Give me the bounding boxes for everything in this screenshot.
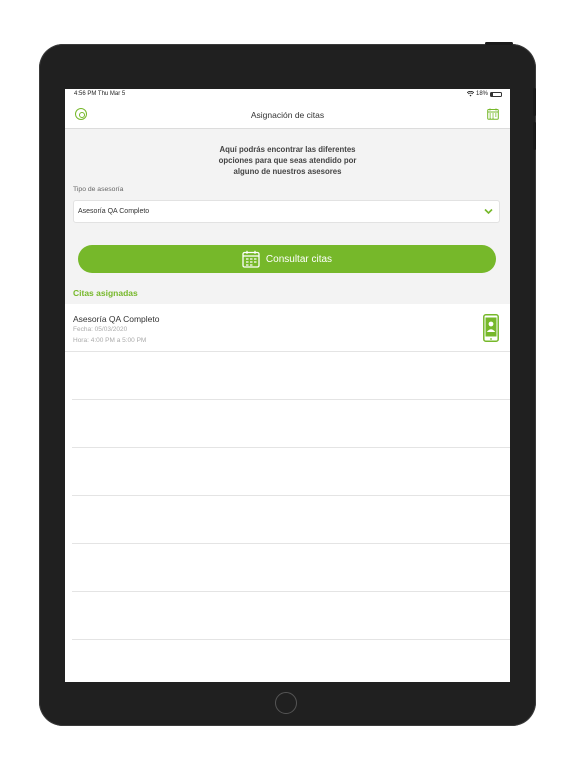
volume-up-button xyxy=(533,88,536,116)
empty-row xyxy=(72,544,510,592)
intro-line: alguno de nuestros asesores xyxy=(233,167,342,176)
empty-row xyxy=(72,400,510,448)
volume-down-button xyxy=(533,122,536,150)
power-button xyxy=(485,42,513,45)
status-bar: 4:56 PM Thu Mar 5 18% xyxy=(65,89,510,101)
nav-bar: Asignación de citas xyxy=(65,101,510,129)
consultar-citas-button[interactable]: Consultar citas xyxy=(78,245,496,273)
tipo-value: Asesoría QA Completo xyxy=(78,208,150,215)
cita-fecha: Fecha: 05/03/2020 xyxy=(73,326,128,333)
cita-hora: Hora: 4:00 PM a 5:00 PM xyxy=(73,337,147,344)
form-panel: Aquí podrás encontrar las diferentes opc… xyxy=(65,129,510,304)
cita-name: Asesoría QA Completo xyxy=(73,314,160,324)
empty-row xyxy=(72,352,510,400)
empty-row xyxy=(72,592,510,640)
intro-line: opciones para que seas atendido por xyxy=(218,156,357,165)
battery-percent: 18% xyxy=(475,91,488,97)
status-right: 18% xyxy=(466,91,502,97)
battery-icon xyxy=(490,91,502,97)
page-title: Asignación de citas xyxy=(250,110,325,120)
empty-row xyxy=(72,640,510,682)
empty-row xyxy=(72,448,510,496)
status-time: 4:56 PM Thu Mar 5 xyxy=(74,91,126,97)
tipo-label: Tipo de asesoría xyxy=(73,186,124,193)
smartphone-user-icon[interactable] xyxy=(483,314,499,342)
tipo-select[interactable]: Asesoría QA Completo xyxy=(73,200,500,223)
citas-list: Asesoría QA Completo Fecha: 05/03/2020 H… xyxy=(65,304,510,682)
empty-row xyxy=(72,496,510,544)
app-screen: 4:56 PM Thu Mar 5 18% Asignación de cita… xyxy=(65,89,510,682)
list-item[interactable]: Asesoría QA Completo Fecha: 05/03/2020 H… xyxy=(65,304,510,352)
chevron-down-icon xyxy=(484,208,493,215)
section-title: Citas asignadas xyxy=(73,288,138,298)
calendar-icon[interactable] xyxy=(487,108,499,120)
consultar-citas-label: Consultar citas xyxy=(265,253,333,265)
intro-line: Aquí podrás encontrar las diferentes xyxy=(219,145,356,154)
home-button[interactable] xyxy=(275,692,297,714)
intro-text: Aquí podrás encontrar las diferentes opc… xyxy=(65,144,510,177)
wifi-icon xyxy=(466,91,474,97)
calendar-icon xyxy=(242,250,260,268)
